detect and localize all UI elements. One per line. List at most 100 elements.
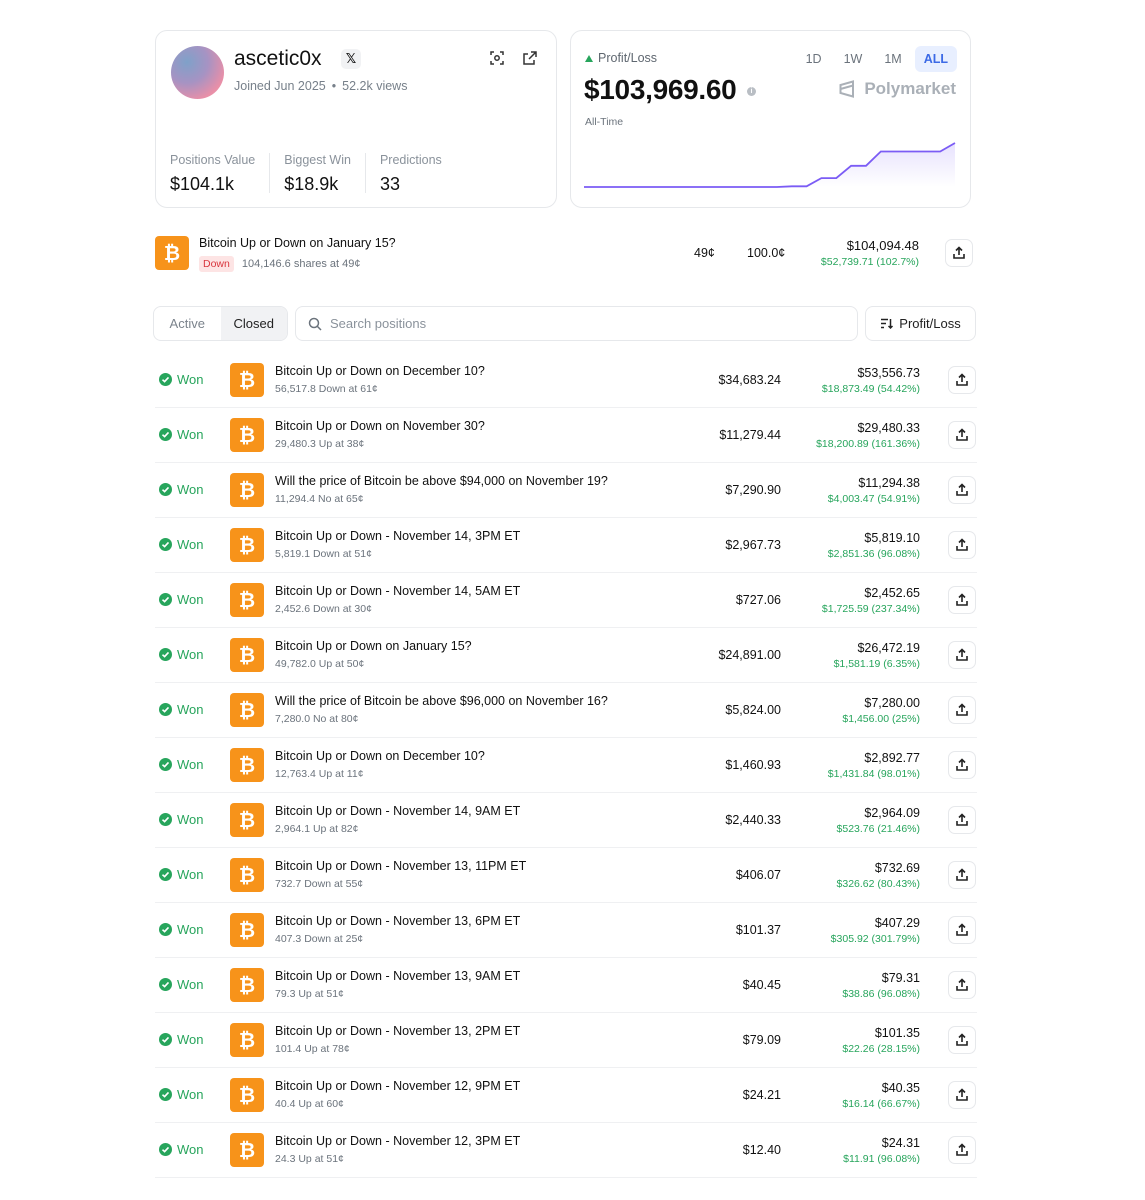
share-button[interactable] bbox=[948, 531, 976, 559]
range-1m[interactable]: 1M bbox=[875, 46, 910, 72]
search-input[interactable] bbox=[330, 316, 830, 331]
avatar[interactable] bbox=[171, 46, 224, 99]
position-row[interactable]: Won ₿ Bitcoin Up or Down - November 13, 9A… bbox=[155, 958, 977, 1013]
position-row[interactable]: Won ₿ Bitcoin Up or Down - November 13, 6P… bbox=[155, 903, 977, 958]
share-button[interactable] bbox=[948, 476, 976, 504]
market-title[interactable]: Bitcoin Up or Down on December 10? bbox=[275, 364, 485, 378]
share-button[interactable] bbox=[948, 1136, 976, 1164]
featured-avg-price: 49¢ bbox=[694, 246, 715, 260]
position-detail: 56,517.8 Down at 61¢ bbox=[275, 383, 378, 395]
stat-value: $18.9k bbox=[284, 174, 339, 194]
market-title[interactable]: Will the price of Bitcoin be above $94,0… bbox=[275, 474, 608, 488]
range-1d[interactable]: 1D bbox=[797, 46, 831, 72]
share-button[interactable] bbox=[948, 1081, 976, 1109]
status-label: Won bbox=[177, 592, 204, 607]
position-value: $40.35 $16.14 (66.67%) bbox=[842, 1081, 920, 1110]
bitcoin-icon: ₿ bbox=[230, 1078, 264, 1112]
share-button[interactable] bbox=[945, 239, 973, 267]
status-won: Won bbox=[159, 372, 204, 387]
check-circle-icon bbox=[159, 758, 172, 771]
check-circle-icon bbox=[159, 1088, 172, 1101]
sort-button[interactable]: Profit/Loss bbox=[865, 306, 976, 341]
position-row[interactable]: Won ₿ Bitcoin Up or Down - November 14, 9A… bbox=[155, 793, 977, 848]
position-row[interactable]: Won ₿ Bitcoin Up or Down - November 14, 5A… bbox=[155, 573, 977, 628]
position-value: $5,819.10 $2,851.36 (96.08%) bbox=[828, 531, 920, 560]
info-icon[interactable]: i bbox=[747, 87, 756, 96]
share-button[interactable] bbox=[948, 696, 976, 724]
share-button[interactable] bbox=[948, 421, 976, 449]
stat-label: Predictions bbox=[379, 153, 442, 167]
scan-icon[interactable] bbox=[488, 49, 506, 67]
check-circle-icon bbox=[159, 868, 172, 881]
position-detail: 29,480.3 Up at 38¢ bbox=[275, 438, 365, 450]
market-title[interactable]: Bitcoin Up or Down - November 14, 5AM ET bbox=[275, 584, 520, 598]
bitcoin-icon: ₿ bbox=[230, 1023, 264, 1057]
market-title[interactable]: Bitcoin Up or Down - November 13, 2PM ET bbox=[275, 1024, 520, 1038]
share-button[interactable] bbox=[948, 751, 976, 779]
position-value: $2,964.09 $523.76 (21.46%) bbox=[837, 806, 920, 835]
status-won: Won bbox=[159, 867, 204, 882]
position-row[interactable]: Won ₿ Bitcoin Up or Down on December 10? 12… bbox=[155, 738, 977, 793]
tab-closed[interactable]: Closed bbox=[220, 307, 287, 340]
market-title[interactable]: Will the price of Bitcoin be above $96,0… bbox=[275, 694, 608, 708]
market-title[interactable]: Bitcoin Up or Down on November 30? bbox=[275, 419, 485, 433]
status-label: Won bbox=[177, 867, 204, 882]
position-row[interactable]: Won ₿ Bitcoin Up or Down on January 15? 49,… bbox=[155, 628, 977, 683]
check-circle-icon bbox=[159, 648, 172, 661]
tab-active[interactable]: Active bbox=[154, 307, 221, 340]
market-title[interactable]: Bitcoin Up or Down - November 14, 3PM ET bbox=[275, 529, 520, 543]
featured-value: $104,094.48 $52,739.71 (102.7%) bbox=[821, 238, 919, 268]
amount-bet: $11,279.44 bbox=[719, 428, 781, 442]
range-1w[interactable]: 1W bbox=[835, 46, 872, 72]
share-button[interactable] bbox=[948, 861, 976, 889]
position-row[interactable]: Won ₿ Bitcoin Up or Down on December 10? 56… bbox=[155, 353, 977, 408]
external-link-icon[interactable] bbox=[521, 49, 539, 67]
position-row[interactable]: Won ₿ Bitcoin Up or Down - November 14, 3P… bbox=[155, 518, 977, 573]
position-row[interactable]: Won ₿ Bitcoin Up or Down - November 13, 2P… bbox=[155, 1013, 977, 1068]
share-button[interactable] bbox=[948, 916, 976, 944]
position-detail: 7,280.0 No at 80¢ bbox=[275, 713, 359, 725]
featured-position[interactable]: ₿ Bitcoin Up or Down on January 15? Down… bbox=[155, 232, 975, 276]
share-button[interactable] bbox=[948, 586, 976, 614]
featured-title[interactable]: Bitcoin Up or Down on January 15? bbox=[199, 236, 396, 250]
position-row[interactable]: Won ₿ Bitcoin Up or Down - November 12, 9P… bbox=[155, 1068, 977, 1123]
market-title[interactable]: Bitcoin Up or Down - November 12, 3PM ET bbox=[275, 1134, 520, 1148]
featured-current-price: 100.0¢ bbox=[747, 246, 786, 260]
check-circle-icon bbox=[159, 593, 172, 606]
market-title[interactable]: Bitcoin Up or Down - November 14, 9AM ET bbox=[275, 804, 520, 818]
status-won: Won bbox=[159, 977, 204, 992]
share-button[interactable] bbox=[948, 971, 976, 999]
profit-amount: $22.26 (28.15%) bbox=[842, 1043, 920, 1055]
position-row[interactable]: Won ₿ Bitcoin Up or Down on November 30? 29… bbox=[155, 408, 977, 463]
share-icon bbox=[953, 246, 965, 259]
share-button[interactable] bbox=[948, 641, 976, 669]
search-box[interactable] bbox=[295, 306, 858, 341]
position-value: $7,280.00 $1,456.00 (25%) bbox=[842, 696, 920, 725]
market-title[interactable]: Bitcoin Up or Down on December 10? bbox=[275, 749, 485, 763]
share-button[interactable] bbox=[948, 366, 976, 394]
market-title[interactable]: Bitcoin Up or Down on January 15? bbox=[275, 639, 472, 653]
range-all[interactable]: ALL bbox=[914, 46, 957, 72]
bitcoin-icon: ₿ bbox=[230, 693, 264, 727]
position-detail: 79.3 Up at 51¢ bbox=[275, 988, 344, 1000]
position-row[interactable]: Won ₿ Will the price of Bitcoin be above $… bbox=[155, 683, 977, 738]
position-row[interactable]: Won ₿ Bitcoin Up or Down - November 12, 3P… bbox=[155, 1123, 977, 1178]
profit-amount: $16.14 (66.67%) bbox=[842, 1098, 920, 1110]
share-button[interactable] bbox=[948, 806, 976, 834]
share-icon bbox=[956, 538, 968, 551]
x-social-icon[interactable]: 𝕏 bbox=[341, 49, 361, 69]
amount-bet: $34,683.24 bbox=[718, 373, 781, 387]
position-row[interactable]: Won ₿ Will the price of Bitcoin be above $… bbox=[155, 463, 977, 518]
market-title[interactable]: Bitcoin Up or Down - November 13, 9AM ET bbox=[275, 969, 520, 983]
position-value: $26,472.19 $1,581.19 (6.35%) bbox=[834, 641, 920, 670]
market-title[interactable]: Bitcoin Up or Down - November 13, 11PM E… bbox=[275, 859, 526, 873]
market-title[interactable]: Bitcoin Up or Down - November 12, 9PM ET bbox=[275, 1079, 520, 1093]
bitcoin-icon: ₿ bbox=[155, 236, 189, 270]
amount-bet: $79.09 bbox=[742, 1033, 781, 1047]
featured-subtitle: Down 104,146.6 shares at 49¢ bbox=[199, 256, 361, 272]
market-title[interactable]: Bitcoin Up or Down - November 13, 6PM ET bbox=[275, 914, 520, 928]
share-button[interactable] bbox=[948, 1026, 976, 1054]
check-circle-icon bbox=[159, 813, 172, 826]
position-row[interactable]: Won ₿ Bitcoin Up or Down - November 13, 11… bbox=[155, 848, 977, 903]
brand-name: Polymarket bbox=[864, 79, 956, 98]
